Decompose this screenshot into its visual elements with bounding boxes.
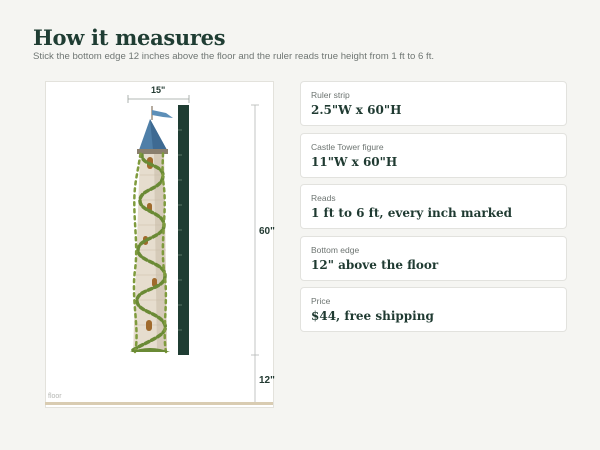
spec-value: 2.5"W x 60"H (311, 103, 402, 117)
floor-line (45, 402, 273, 405)
floor-gap-dimension-label: 12" (259, 375, 275, 386)
height-dimension-line (251, 104, 259, 405)
height-dimension-label: 60" (259, 226, 275, 237)
spec-label: Ruler strip (311, 90, 350, 100)
floor-label: floor (48, 393, 62, 400)
spec-value: 11"W x 60"H (311, 155, 398, 169)
spec-card-price: Price $44, free shipping (300, 287, 567, 332)
spec-label: Price (311, 296, 331, 306)
spec-value: 12" above the floor (311, 258, 439, 272)
spec-value: 1 ft to 6 ft, every inch marked (311, 206, 513, 220)
width-dimension-line (127, 95, 190, 103)
ruler-strip (178, 105, 189, 355)
spec-card-castle-tower: Castle Tower figure 11"W x 60"H (300, 133, 567, 178)
spec-label: Bottom edge (311, 245, 360, 255)
castle-tower-figure (130, 106, 173, 354)
spec-card-reads: Reads 1 ft to 6 ft, every inch marked (300, 184, 567, 229)
spec-card-bottom-edge: Bottom edge 12" above the floor (300, 236, 567, 281)
spec-label: Castle Tower figure (311, 142, 384, 152)
width-dimension-label: 15" (151, 85, 166, 95)
spec-card-ruler-strip: Ruler strip 2.5"W x 60"H (300, 81, 567, 126)
spec-value: $44, free shipping (311, 309, 434, 323)
spec-label: Reads (311, 193, 336, 203)
